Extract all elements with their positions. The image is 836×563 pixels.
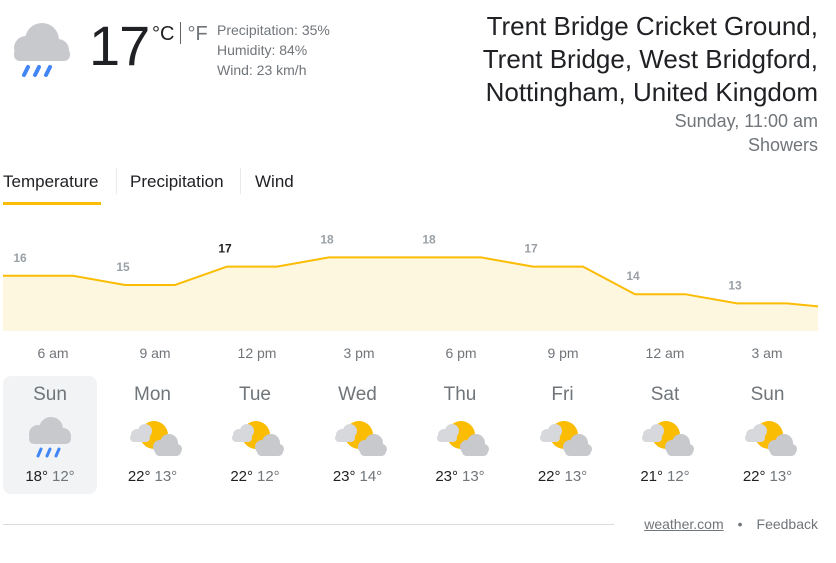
high-temp: 21° bbox=[640, 468, 663, 485]
low-temp: 12° bbox=[52, 468, 75, 485]
temperature-chart: 16 15 17 18 18 17 14 13 bbox=[3, 232, 819, 331]
hour-label: 12 pm bbox=[237, 345, 277, 361]
hour-label: 6 pm bbox=[445, 345, 477, 361]
high-temp: 23° bbox=[435, 468, 458, 485]
footer: weather.com • Feedback bbox=[644, 516, 818, 532]
hour-label: 9 am bbox=[139, 345, 171, 361]
high-temp: 18° bbox=[25, 468, 48, 485]
high-temp: 22° bbox=[127, 468, 151, 485]
high-temp: 23° bbox=[332, 468, 356, 485]
temperature-value-label: 14 bbox=[626, 269, 640, 283]
celsius-toggle[interactable]: °C bbox=[152, 23, 174, 45]
day-temps: 23° 13° bbox=[413, 468, 507, 485]
partly-sunny-icon bbox=[329, 416, 387, 460]
tab-divider bbox=[116, 168, 117, 194]
day-name: Thu bbox=[443, 384, 477, 405]
day-temps: 22° 12° bbox=[208, 468, 302, 485]
wind-text: Wind: 23 km/h bbox=[217, 62, 307, 78]
hour-label: 9 pm bbox=[547, 345, 579, 361]
low-temp: 13° bbox=[769, 468, 793, 485]
fahrenheit-toggle[interactable]: °F bbox=[187, 23, 207, 45]
day-name: Sun bbox=[33, 384, 67, 405]
temperature-value-label: 17 bbox=[218, 242, 232, 256]
local-time: Sunday, 11:00 am bbox=[674, 111, 818, 131]
location-name-line3: Nottingham, United Kingdom bbox=[485, 77, 818, 107]
unit-toggle: °C °F bbox=[152, 22, 208, 46]
temperature-value-label: 13 bbox=[728, 278, 742, 292]
hour-label: 12 am bbox=[645, 345, 685, 361]
tab-divider bbox=[240, 168, 241, 194]
day-temps: 23° 14° bbox=[311, 468, 405, 485]
rain-cloud-icon bbox=[14, 23, 70, 77]
day-temps: 21° 12° bbox=[618, 468, 712, 485]
low-temp: 12° bbox=[257, 468, 280, 485]
weather-details: Precipitation: 35% Humidity: 84% Wind: 2… bbox=[217, 20, 330, 80]
day-temps: 22° 13° bbox=[106, 468, 200, 485]
high-temp: 22° bbox=[742, 468, 766, 485]
source-link[interactable]: weather.com bbox=[644, 516, 723, 532]
low-temp: 13° bbox=[564, 468, 588, 485]
low-temp: 12° bbox=[667, 468, 690, 485]
temperature-value-label: 17 bbox=[524, 242, 538, 256]
day-name: Tue bbox=[238, 384, 272, 405]
rain-cloud-icon bbox=[21, 416, 79, 460]
precipitation-text: Precipitation: 35% bbox=[217, 22, 330, 38]
low-temp: 13° bbox=[462, 468, 485, 485]
location-block: Trent Bridge Cricket Ground, Trent Bridg… bbox=[483, 10, 818, 157]
partly-sunny-icon bbox=[636, 416, 694, 460]
hour-labels: 6 am 9 am 12 pm 3 pm 6 pm 9 pm 12 am 3 am bbox=[0, 345, 836, 365]
footer-divider bbox=[3, 524, 614, 525]
day-name: Mon bbox=[134, 384, 171, 405]
temperature-value-label: 18 bbox=[422, 232, 436, 246]
condition-text: Showers bbox=[747, 135, 818, 155]
hour-label: 3 am bbox=[751, 345, 783, 361]
day-forecast-7[interactable]: Sun 22° 13° bbox=[721, 376, 815, 494]
hour-label: 3 pm bbox=[343, 345, 375, 361]
unit-divider bbox=[180, 22, 182, 44]
day-forecast-2[interactable]: Tue 22° 12° bbox=[208, 376, 302, 494]
tab-wind[interactable]: Wind bbox=[255, 172, 294, 192]
partly-sunny-icon bbox=[739, 416, 797, 460]
active-tab-indicator bbox=[3, 202, 101, 205]
day-name: Sun bbox=[750, 384, 785, 405]
high-temp: 22° bbox=[537, 468, 561, 485]
current-temperature: 17 bbox=[89, 14, 150, 77]
daily-forecast: Sun 18° 12° Mon 22° 13° Tue 22° 12° Wed 23° 14°… bbox=[0, 376, 836, 496]
location-name-line1: Trent Bridge Cricket Ground, bbox=[486, 11, 818, 41]
day-temps: 22° 13° bbox=[516, 468, 610, 485]
humidity-text: Humidity: 84% bbox=[217, 42, 308, 58]
day-forecast-1[interactable]: Mon 22° 13° bbox=[106, 376, 200, 494]
day-name: Fri bbox=[551, 384, 574, 405]
temperature-value-label: 18 bbox=[320, 232, 334, 246]
day-forecast-5[interactable]: Fri 22° 13° bbox=[516, 376, 610, 494]
tab-temperature[interactable]: Temperature bbox=[3, 172, 98, 192]
feedback-link[interactable]: Feedback bbox=[757, 516, 818, 532]
day-name: Sat bbox=[650, 384, 680, 405]
tab-precipitation[interactable]: Precipitation bbox=[130, 172, 224, 192]
footer-separator: • bbox=[737, 516, 743, 532]
day-forecast-0[interactable]: Sun 18° 12° bbox=[3, 376, 97, 494]
low-temp: 13° bbox=[154, 468, 178, 485]
hour-label: 6 am bbox=[37, 345, 69, 361]
partly-sunny-icon bbox=[124, 416, 182, 460]
day-forecast-3[interactable]: Wed 23° 14° bbox=[311, 376, 405, 494]
day-forecast-4[interactable]: Thu 23° 13° bbox=[413, 376, 507, 494]
location-name-line2: Trent Bridge, West Bridgford, bbox=[482, 44, 818, 74]
partly-sunny-icon bbox=[431, 416, 489, 460]
high-temp: 22° bbox=[230, 468, 253, 485]
temperature-value-label: 16 bbox=[13, 251, 27, 265]
day-forecast-6[interactable]: Sat 21° 12° bbox=[618, 376, 712, 494]
partly-sunny-icon bbox=[534, 416, 592, 460]
day-name: Wed bbox=[338, 384, 377, 405]
partly-sunny-icon bbox=[226, 416, 284, 460]
low-temp: 14° bbox=[359, 468, 383, 485]
day-temps: 22° 13° bbox=[721, 468, 815, 485]
temperature-value-label: 15 bbox=[116, 260, 130, 274]
day-temps: 18° 12° bbox=[3, 468, 97, 485]
